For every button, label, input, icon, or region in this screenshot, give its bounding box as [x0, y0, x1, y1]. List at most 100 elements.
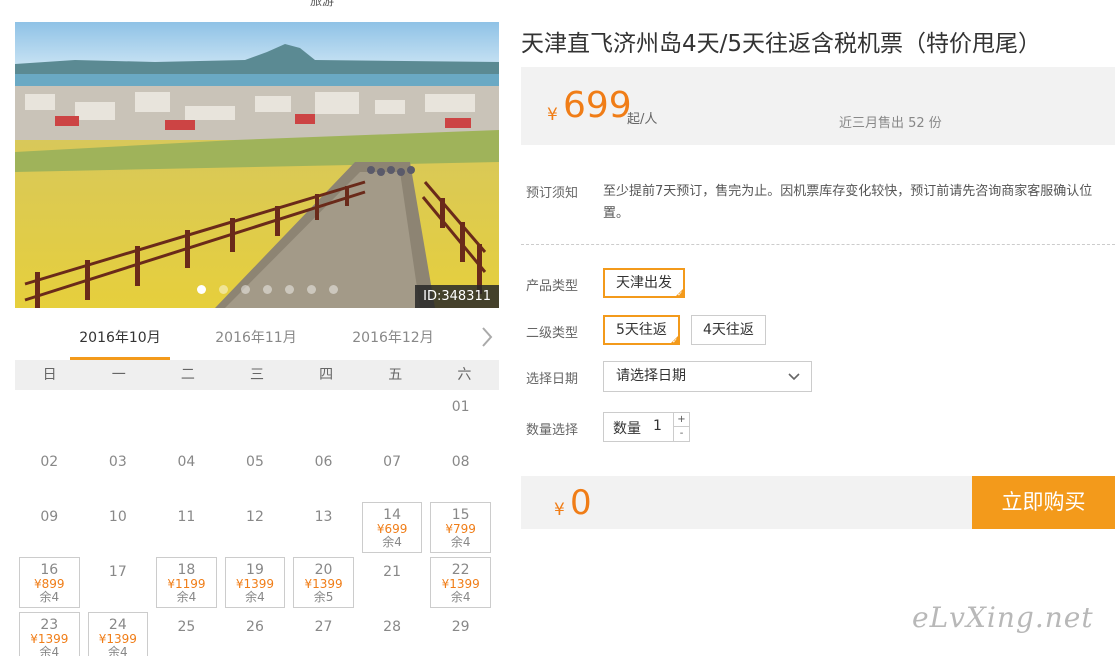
tab-month-oct[interactable]: 2016年10月	[70, 318, 170, 360]
calendar-day-box	[293, 392, 354, 443]
calendar-day-box: 04	[156, 447, 217, 498]
calendar-day-cell	[221, 390, 290, 445]
calendar-day-price: ¥699	[376, 522, 408, 536]
calendar-week-row: 16 ¥899 余4 17 18 ¥1199 余4 19 ¥1399 余4 20 ¥1399 余5 21 2…	[15, 555, 499, 610]
calendar-day-cell[interactable]: 15 ¥799 余4	[426, 500, 495, 555]
calendar-day-number: 08	[451, 454, 470, 470]
calendar-day-number: 04	[177, 454, 196, 470]
calendar-day-box	[156, 392, 217, 443]
calendar-day-cell[interactable]: 20 ¥1399 余5	[289, 555, 358, 610]
subtype-option-4day[interactable]: 4天往返	[691, 315, 766, 345]
calendar-day-cell[interactable]: 19 ¥1399 余4	[221, 555, 290, 610]
weekday-label: 五	[388, 367, 403, 383]
calendar-day-box: 09	[19, 502, 80, 553]
calendar-day-box: 21	[362, 557, 423, 608]
watermark-logo: eLvXing.net	[912, 601, 1094, 634]
calendar-day-stock: 余4	[108, 645, 128, 656]
chevron-right-icon[interactable]	[481, 326, 493, 354]
calendar-weekday-header: 日 一 二 三 四 五 六	[15, 360, 499, 390]
calendar-day-cell[interactable]: 22 ¥1399 余4	[426, 555, 495, 610]
tab-month-nov[interactable]: 2016年11月	[206, 318, 306, 360]
calendar-day-cell: 06	[289, 445, 358, 500]
calendar-day-cell: 10	[84, 500, 153, 555]
calendar-day-price: ¥799	[445, 522, 476, 536]
calendar-day-cell: 08	[426, 445, 495, 500]
quantity-value[interactable]: 1	[653, 418, 662, 434]
quantity-minus-button[interactable]: -	[673, 427, 689, 441]
carousel-dot[interactable]	[285, 285, 294, 294]
calendar-day-box	[19, 392, 80, 443]
calendar-day-cell[interactable]: 23 ¥1399 余4	[15, 610, 84, 656]
calendar-day-cell: 21	[358, 555, 427, 610]
quantity-stepper: 数量 1 + -	[603, 412, 690, 442]
price-currency: ¥	[547, 105, 558, 125]
quantity-label: 数量选择	[526, 423, 579, 438]
chevron-down-icon	[787, 362, 801, 402]
calendar-day-stock: 余5	[313, 590, 334, 604]
calendar-day-box: 25	[156, 612, 217, 656]
total-value: 0	[570, 483, 592, 523]
calendar-day-box: 02	[19, 447, 80, 498]
buy-now-button[interactable]: 立即购买	[972, 476, 1115, 529]
calendar-day-number: 29	[451, 619, 470, 635]
calendar-day-box: 10	[88, 502, 149, 553]
carousel-dot[interactable]	[241, 285, 250, 294]
calendar-day-price: ¥1399	[304, 577, 343, 591]
subtype-option-5day[interactable]: 5天往返	[603, 315, 680, 347]
carousel-dot[interactable]	[219, 285, 228, 294]
carousel-dot[interactable]	[329, 285, 338, 294]
calendar-month-tabs: 2016年10月 2016年11月 2016年12月	[15, 318, 499, 360]
calendar-day-cell[interactable]: 14 ¥699 余4	[358, 500, 427, 555]
calendar-day-box: 14 ¥699 余4	[361, 502, 423, 553]
quantity-plus-button[interactable]: +	[673, 413, 689, 427]
divider	[521, 244, 1115, 245]
total-price-bar: ¥ 0	[521, 476, 972, 529]
calendar-day-stock: 余4	[450, 590, 471, 604]
carousel-dot[interactable]	[263, 285, 272, 294]
type-option-tianjin[interactable]: 天津出发	[603, 268, 685, 300]
calendar-day-cell: 07	[358, 445, 427, 500]
calendar-day-number: 18	[177, 562, 196, 578]
carousel-dot[interactable]	[307, 285, 316, 294]
calendar-day-box: 16 ¥899 余4	[19, 557, 80, 608]
calendar-day-box	[88, 392, 149, 443]
calendar-day-cell: 13	[289, 500, 358, 555]
calendar-day-cell: 11	[152, 500, 221, 555]
calendar-day-price: ¥899	[34, 577, 65, 591]
calendar-day-number: 22	[451, 562, 470, 578]
calendar-week-row: 01	[15, 390, 499, 445]
calendar-day-number: 25	[177, 619, 196, 635]
calendar-day-cell: 12	[221, 500, 290, 555]
calendar-day-stock: 余4	[382, 535, 402, 549]
calendar-day-box: 24 ¥1399 余4	[87, 612, 149, 656]
date-select[interactable]: 请选择日期	[603, 361, 812, 392]
subtype-label: 二级类型	[526, 326, 579, 341]
calendar-day-cell[interactable]: 18 ¥1199 余4	[152, 555, 221, 610]
price-value: 699	[563, 85, 632, 126]
calendar-day-box: 12	[225, 502, 286, 553]
product-photo[interactable]: ID:348311	[15, 22, 499, 308]
calendar-day-price: ¥1399	[441, 577, 480, 591]
calendar-day-number: 20	[314, 562, 333, 578]
sold-count: 近三月售出 52 份	[839, 116, 942, 131]
calendar-day-cell[interactable]: 16 ¥899 余4	[15, 555, 84, 610]
calendar-day-box: 17	[88, 557, 149, 608]
calendar-day-box: 15 ¥799 余4	[430, 502, 491, 553]
tab-month-dec[interactable]: 2016年12月	[343, 318, 443, 360]
calendar-day-box: 29	[430, 612, 491, 656]
calendar-day-cell[interactable]: 24 ¥1399 余4	[84, 610, 153, 656]
carousel-dot[interactable]	[197, 285, 206, 294]
calendar-day-cell	[289, 390, 358, 445]
calendar-day-box	[362, 392, 423, 443]
calendar-day-cell	[15, 390, 84, 445]
weekday-label: 日	[42, 367, 57, 383]
calendar-day-cell	[358, 390, 427, 445]
calendar-day-box: 03	[88, 447, 149, 498]
calendar-day-number: 19	[246, 562, 264, 578]
calendar-day-cell	[152, 390, 221, 445]
calendar-day-price: ¥1399	[98, 632, 137, 646]
product-title: 天津直飞济州岛4天/5天往返含税机票（特价甩尾）	[521, 31, 1042, 57]
calendar-day-number: 07	[383, 454, 401, 470]
carousel-dots	[197, 285, 338, 294]
calendar-day-number: 15	[451, 507, 470, 523]
